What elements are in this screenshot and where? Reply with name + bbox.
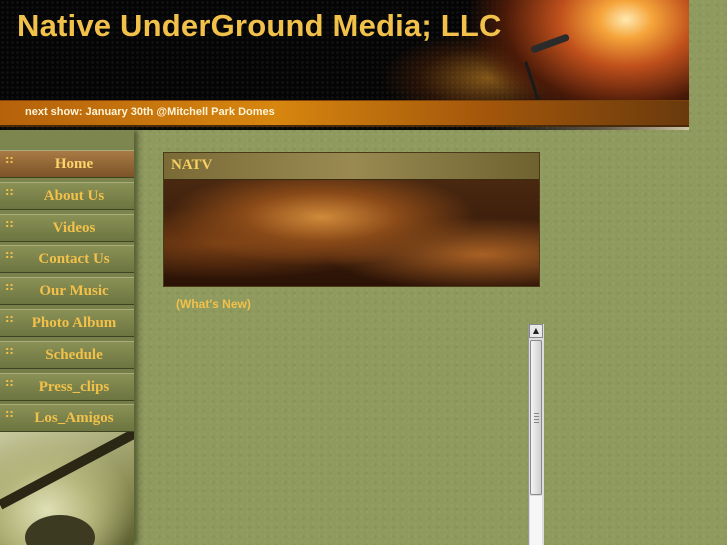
sidebar-guitar-photo — [0, 430, 134, 545]
nav-item-our-music[interactable]: :: Our Music — [0, 277, 134, 306]
band-performance-photo — [164, 180, 539, 286]
nav-label: Press_clips — [38, 378, 110, 395]
nav-item-contact-us[interactable]: :: Contact Us — [0, 245, 134, 274]
next-show-bar: next show: January 30th @Mitchell Park D… — [0, 100, 689, 127]
nav-item-videos[interactable]: :: Videos — [0, 213, 134, 242]
nav-label: Home — [54, 156, 94, 172]
nav-item-photo-album[interactable]: :: Photo Album — [0, 308, 134, 337]
nav-item-schedule[interactable]: :: Schedule — [0, 340, 134, 369]
scroll-thumb[interactable] — [530, 340, 542, 495]
guitar-body-graphic — [25, 515, 95, 545]
main-nav: :: Home :: About Us :: Videos :: Contact… — [0, 150, 134, 436]
site-header: Native UnderGround Media; LLC next show:… — [0, 0, 689, 130]
scroll-track[interactable] — [530, 496, 542, 545]
nav-label: About Us — [43, 187, 105, 204]
whats-new-link[interactable]: (What's New) — [176, 297, 251, 311]
site-title: Native UnderGround Media; LLC — [17, 8, 502, 43]
nav-item-press-clips[interactable]: :: Press_clips — [0, 372, 134, 401]
nav-label: Our Music — [39, 283, 109, 300]
nav-item-los-amigos[interactable]: :: Los_Amigos — [0, 404, 134, 433]
panel-title: NATV — [171, 157, 213, 173]
nav-item-home[interactable]: :: Home — [0, 150, 134, 178]
nav-label: Photo Album — [31, 314, 117, 331]
nav-label: Los_Amigos — [34, 410, 114, 427]
natv-titlebar: NATV — [164, 153, 539, 180]
guitar-neck-graphic — [0, 430, 134, 510]
grip-icon — [534, 413, 539, 425]
nav-label: Schedule — [45, 346, 103, 363]
nav-item-about-us[interactable]: :: About Us — [0, 181, 134, 210]
natv-panel: NATV — [163, 152, 540, 287]
next-show-text: next show: January 30th @Mitchell Park D… — [25, 106, 275, 118]
scroll-up-arrow-icon[interactable]: ▲ — [529, 324, 543, 338]
nav-label: Contact Us — [38, 251, 110, 268]
scrollbar[interactable]: ▲ — [528, 324, 544, 545]
nav-label: Videos — [52, 219, 96, 236]
